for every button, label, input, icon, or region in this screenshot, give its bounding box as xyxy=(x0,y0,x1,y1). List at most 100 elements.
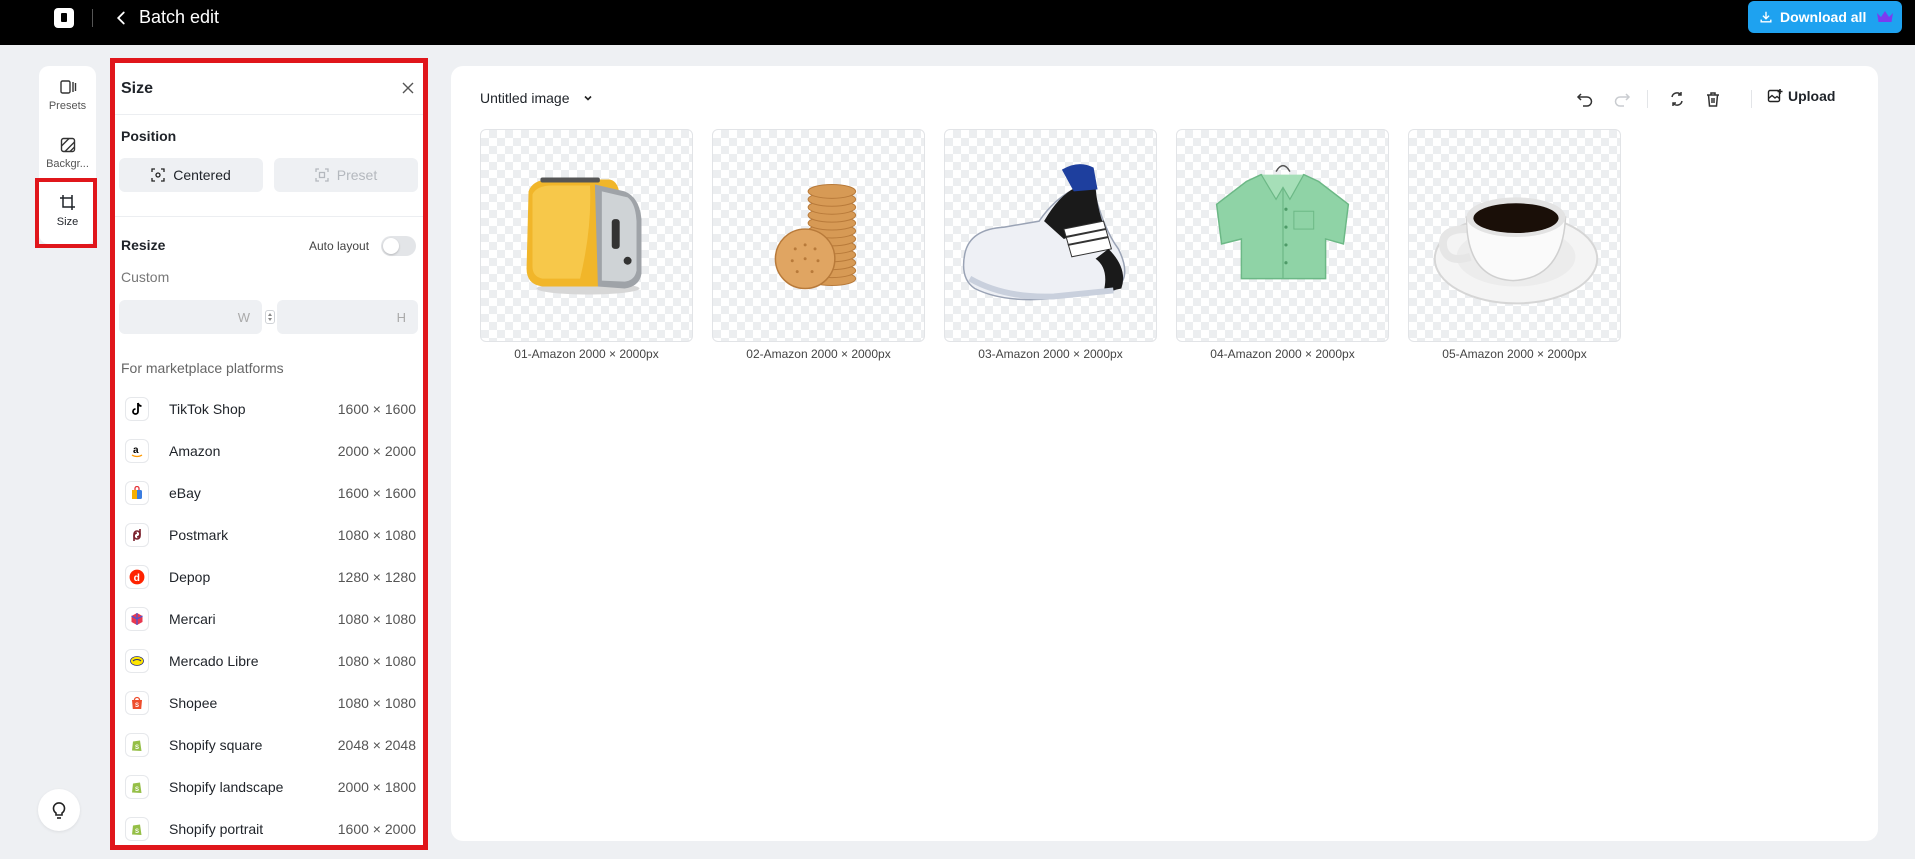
upload-button[interactable]: Upload xyxy=(1767,88,1835,104)
platform-item-shopee[interactable]: S Shopee 1080 × 1080 xyxy=(112,682,425,724)
chevron-left-icon[interactable] xyxy=(110,7,132,29)
platform-size: 1080 × 1080 xyxy=(337,527,416,543)
width-placeholder: W xyxy=(237,309,250,325)
platform-item-shopify-portrait[interactable]: S Shopify portrait 1600 × 2000 xyxy=(112,808,425,848)
image-upload-icon xyxy=(1767,89,1783,103)
toaster-image xyxy=(526,177,642,295)
image-thumb-shirt[interactable] xyxy=(1176,129,1389,342)
image-title-dropdown[interactable]: Untitled image xyxy=(480,90,594,106)
platform-size: 1080 × 1080 xyxy=(337,653,416,669)
shopify-icon: S xyxy=(125,775,149,799)
toolbar-divider xyxy=(1647,90,1648,108)
width-stepper[interactable] xyxy=(265,310,275,324)
mercari-icon xyxy=(125,607,149,631)
image-thumb-crackers[interactable] xyxy=(712,129,925,342)
tiktok-icon xyxy=(125,397,149,421)
coffee-cup-image xyxy=(1433,197,1599,305)
size-rail-highlight xyxy=(35,178,97,248)
platform-item-shopify-square[interactable]: S Shopify square 2048 × 2048 xyxy=(112,724,425,766)
platform-size: 1600 × 1600 xyxy=(337,401,416,417)
platform-item-ebay[interactable]: eBay 1600 × 1600 xyxy=(112,472,425,514)
platform-item-shopify-landscape[interactable]: S Shopify landscape 2000 × 1800 xyxy=(112,766,425,808)
svg-text:S: S xyxy=(135,703,139,709)
auto-layout-toggle[interactable] xyxy=(381,236,416,256)
replace-icon[interactable] xyxy=(1668,90,1686,108)
custom-label: Custom xyxy=(121,269,170,285)
divider xyxy=(112,216,425,217)
platform-item-mercado-libre[interactable]: Mercado Libre 1080 × 1080 xyxy=(112,640,425,682)
platform-name: Amazon xyxy=(169,443,221,459)
mercadolibre-icon xyxy=(125,649,149,673)
platform-size: 1080 × 1080 xyxy=(337,695,416,711)
upload-label: Upload xyxy=(1788,88,1836,104)
background-icon xyxy=(60,137,75,153)
auto-layout-label: Auto layout xyxy=(309,239,370,253)
svg-text:S: S xyxy=(135,745,139,751)
platform-size: 1280 × 1280 xyxy=(337,569,416,585)
preset-position-icon xyxy=(315,168,329,182)
depop-icon: d xyxy=(125,565,149,589)
center-focus-icon xyxy=(151,168,165,182)
presets-icon xyxy=(59,80,76,94)
platform-size: 2000 × 1800 xyxy=(337,779,416,795)
centered-button[interactable]: Centered xyxy=(119,158,263,192)
image-title: Untitled image xyxy=(480,90,570,106)
top-bar: Batch edit Download all xyxy=(0,0,1915,45)
preset-position-button[interactable]: Preset xyxy=(274,158,418,192)
rail-item-label: Presets xyxy=(48,100,87,112)
chevron-down-icon xyxy=(583,95,592,101)
ebay-icon xyxy=(125,481,149,505)
platform-item-mercari[interactable]: Mercari 1080 × 1080 xyxy=(112,598,425,640)
trash-icon[interactable] xyxy=(1704,90,1722,108)
crackers-image xyxy=(774,183,857,290)
platform-name: Postmark xyxy=(169,527,229,543)
width-field[interactable]: W xyxy=(119,300,262,334)
image-caption: 03-Amazon 2000 × 2000px xyxy=(978,347,1123,361)
marketplace-heading: For marketplace platforms xyxy=(121,360,284,376)
platform-size: 1600 × 1600 xyxy=(337,485,416,501)
image-caption: 04-Amazon 2000 × 2000px xyxy=(1210,347,1355,361)
top-divider xyxy=(92,9,93,27)
divider xyxy=(112,114,425,115)
platform-size: 1080 × 1080 xyxy=(337,611,416,627)
download-all-button[interactable]: Download all xyxy=(1748,1,1902,33)
redo-icon[interactable] xyxy=(1613,90,1631,108)
platform-item-amazon[interactable]: a Amazon 2000 × 2000 xyxy=(112,430,425,472)
platform-name: Depop xyxy=(169,569,211,585)
page-title: Batch edit xyxy=(139,7,220,27)
platform-item-tiktok-shop[interactable]: TikTok Shop 1600 × 1600 xyxy=(112,388,425,430)
shopee-icon: S xyxy=(125,691,149,715)
platform-name: Shopify portrait xyxy=(169,821,264,837)
platform-item-depop[interactable]: d Depop 1280 × 1280 xyxy=(112,556,425,598)
image-caption: 01-Amazon 2000 × 2000px xyxy=(514,347,659,361)
position-heading: Position xyxy=(121,128,177,144)
platform-name: Shopify landscape xyxy=(169,779,284,795)
image-thumb-sneaker[interactable] xyxy=(944,129,1157,342)
image-caption: 02-Amazon 2000 × 2000px xyxy=(746,347,891,361)
image-thumb-coffee-cup[interactable] xyxy=(1408,129,1621,342)
rail-item-presets[interactable]: Presets xyxy=(39,66,96,122)
panel-title: Size xyxy=(121,80,154,97)
download-all-label: Download all xyxy=(1780,9,1867,25)
platform-size: 2000 × 2000 xyxy=(337,443,416,459)
rail-item-background[interactable]: Backgr... xyxy=(39,124,96,180)
undo-icon[interactable] xyxy=(1576,90,1594,108)
platform-name: Mercari xyxy=(169,611,216,627)
canvas-area: Untitled image Upload 01-Amazon 2000 × 2… xyxy=(451,66,1878,841)
image-thumb-toaster[interactable] xyxy=(480,129,693,342)
svg-text:S: S xyxy=(135,787,139,793)
tips-button[interactable] xyxy=(38,789,80,831)
height-placeholder: H xyxy=(396,309,406,325)
svg-text:a: a xyxy=(133,445,139,456)
platform-size: 2048 × 2048 xyxy=(337,737,416,753)
shopify-icon: S xyxy=(125,817,149,841)
platform-size: 1600 × 2000 xyxy=(337,821,416,837)
crown-icon xyxy=(1877,11,1894,22)
height-field[interactable]: H xyxy=(277,300,418,334)
platform-name: TikTok Shop xyxy=(169,401,246,417)
platform-item-postmark[interactable]: Postmark 1080 × 1080 xyxy=(112,514,425,556)
platform-name: eBay xyxy=(169,485,201,501)
app-logo[interactable] xyxy=(54,8,74,28)
close-icon[interactable] xyxy=(401,81,415,95)
toolbar-divider xyxy=(1751,90,1752,108)
